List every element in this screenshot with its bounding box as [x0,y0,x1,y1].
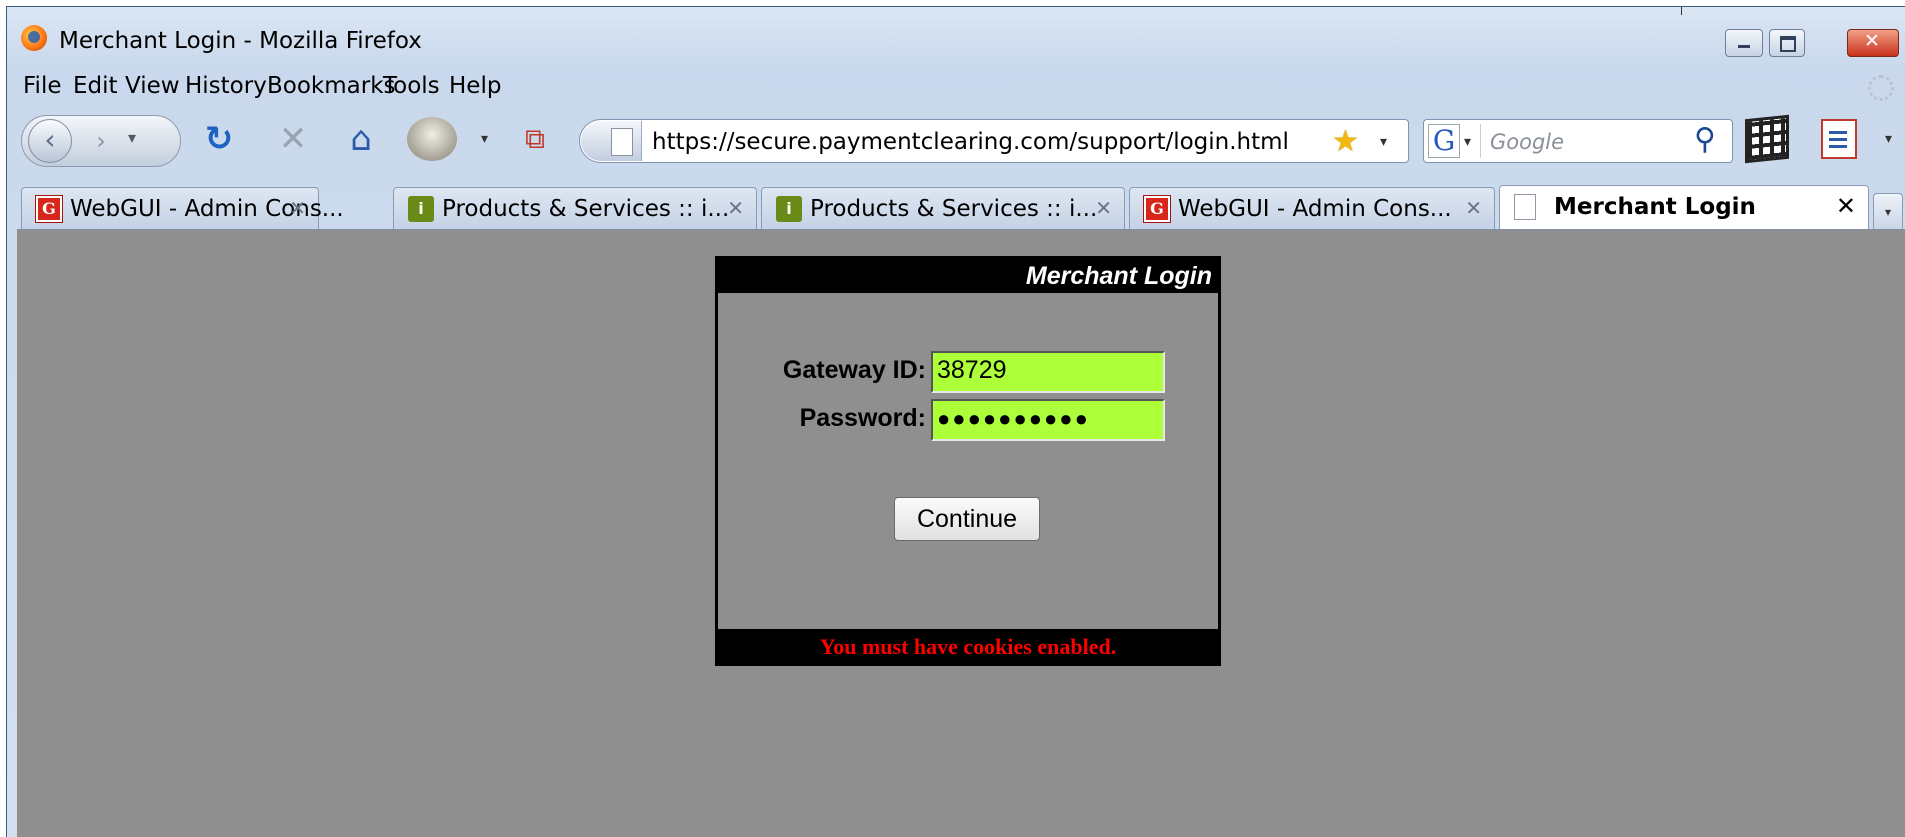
history-dropdown-icon[interactable]: ▾ [128,128,136,147]
title-bar: Merchant Login - Mozilla Firefox [7,7,1905,57]
tab-close-icon[interactable]: ✕ [289,196,306,220]
login-title: Merchant Login [1025,262,1212,290]
page-content: Merchant Login Gateway ID: 38729 Passwor… [17,229,1905,837]
cookie-warning: You must have cookies enabled. [819,634,1117,659]
password-input[interactable]: ●●●●●●●●●● [931,399,1165,441]
login-footer: You must have cookies enabled. [718,629,1218,663]
search-icon[interactable]: ⚲ [1694,122,1716,157]
bookmark-star-icon[interactable]: ★ [1332,124,1359,159]
products-favicon-icon: i [776,196,802,222]
menu-view[interactable]: View [125,73,180,99]
windows-grid-icon[interactable] [1745,114,1789,164]
tab-merchant-login[interactable]: Merchant Login ✕ [1499,185,1869,231]
addon-dropdown-icon[interactable]: ▾ [481,131,488,147]
menu-bar: File Edit View History Bookmarks Tools H… [7,65,1905,103]
tab-products-2[interactable]: i Products & Services :: i... ✕ [761,187,1125,229]
back-button[interactable]: ‹ [28,119,72,163]
url-history-dropdown-icon[interactable]: ▾ [1380,134,1387,150]
webgui-favicon-icon: G [1144,196,1170,222]
site-identity-button[interactable] [581,121,642,161]
continue-button[interactable]: Continue [894,497,1040,541]
search-input[interactable]: Google [1490,130,1564,154]
gateway-id-label: Gateway ID: [782,356,926,384]
toolbar-overflow-icon[interactable]: ▾ [1885,131,1892,147]
close-button[interactable] [1847,29,1899,57]
stop-icon[interactable]: ✕ [271,119,315,159]
tab-label: Products & Services :: i... [810,196,1098,222]
reload-icon[interactable]: ↻ [197,119,241,159]
url-bar[interactable]: https://secure.paymentclearing.com/suppo… [579,119,1409,163]
home-icon[interactable]: ⌂ [339,119,383,159]
browser-window: Merchant Login - Mozilla Firefox File Ed… [6,6,1905,837]
tab-strip: G WebGUI - Admin Cons... ✕ i Products & … [7,179,1905,231]
tab-label: WebGUI - Admin Cons... [1178,196,1452,222]
webgui-favicon-icon: G [36,196,62,222]
tab-webgui-2[interactable]: G WebGUI - Admin Cons... ✕ [1129,187,1495,229]
url-input[interactable]: https://secure.paymentclearing.com/suppo… [652,129,1289,155]
google-engine-icon[interactable]: G [1428,124,1460,158]
tab-label: Merchant Login [1554,194,1756,220]
tab-products-1[interactable]: i Products & Services :: i... ✕ [393,187,757,229]
window-title: Merchant Login - Mozilla Firefox [59,28,422,54]
login-panel: Merchant Login Gateway ID: 38729 Passwor… [715,256,1221,666]
gateway-id-input[interactable]: 38729 [931,351,1165,393]
tab-label: Products & Services :: i... [442,196,730,222]
tab-groups-icon[interactable]: ⧉ [513,119,557,159]
menu-edit[interactable]: Edit [73,73,118,99]
tab-close-icon[interactable]: ✕ [1465,196,1482,220]
maximize-button[interactable] [1769,29,1805,57]
menu-tools[interactable]: Tools [383,73,440,99]
menu-history[interactable]: History [185,73,267,99]
search-engine-dropdown-icon[interactable]: ▾ [1464,134,1471,150]
tab-list-button[interactable]: ▾ [1873,193,1903,231]
menu-bookmarks[interactable]: Bookmarks [267,73,396,99]
page-favicon-icon [1514,194,1536,220]
navigation-toolbar: ‹ › ▾ ↻ ✕ ⌂ ▾ ⧉ https://secure.paymentcl… [7,105,1905,175]
back-forward-group: ‹ › ▾ [21,115,181,167]
tab-webgui-1[interactable]: G WebGUI - Admin Cons... ✕ [21,187,344,229]
addon-dog-icon[interactable] [407,117,457,161]
page-icon [611,128,633,156]
throbber-icon [1868,75,1894,101]
search-divider [1480,124,1481,158]
minimize-button[interactable] [1725,29,1763,57]
products-favicon-icon: i [408,196,434,222]
menu-help[interactable]: Help [449,73,501,99]
search-bar[interactable]: G ▾ Google ⚲ [1423,119,1733,163]
firefox-icon [21,25,47,51]
forward-button[interactable]: › [84,124,118,158]
tab-close-icon[interactable]: ✕ [1095,196,1112,220]
tab-close-icon[interactable]: ✕ [1836,192,1856,220]
tab-close-icon[interactable]: ✕ [727,196,744,220]
notepad-icon[interactable] [1821,119,1857,159]
menu-file[interactable]: File [23,73,62,99]
login-header: Merchant Login [718,259,1218,293]
password-label: Password: [799,404,926,432]
